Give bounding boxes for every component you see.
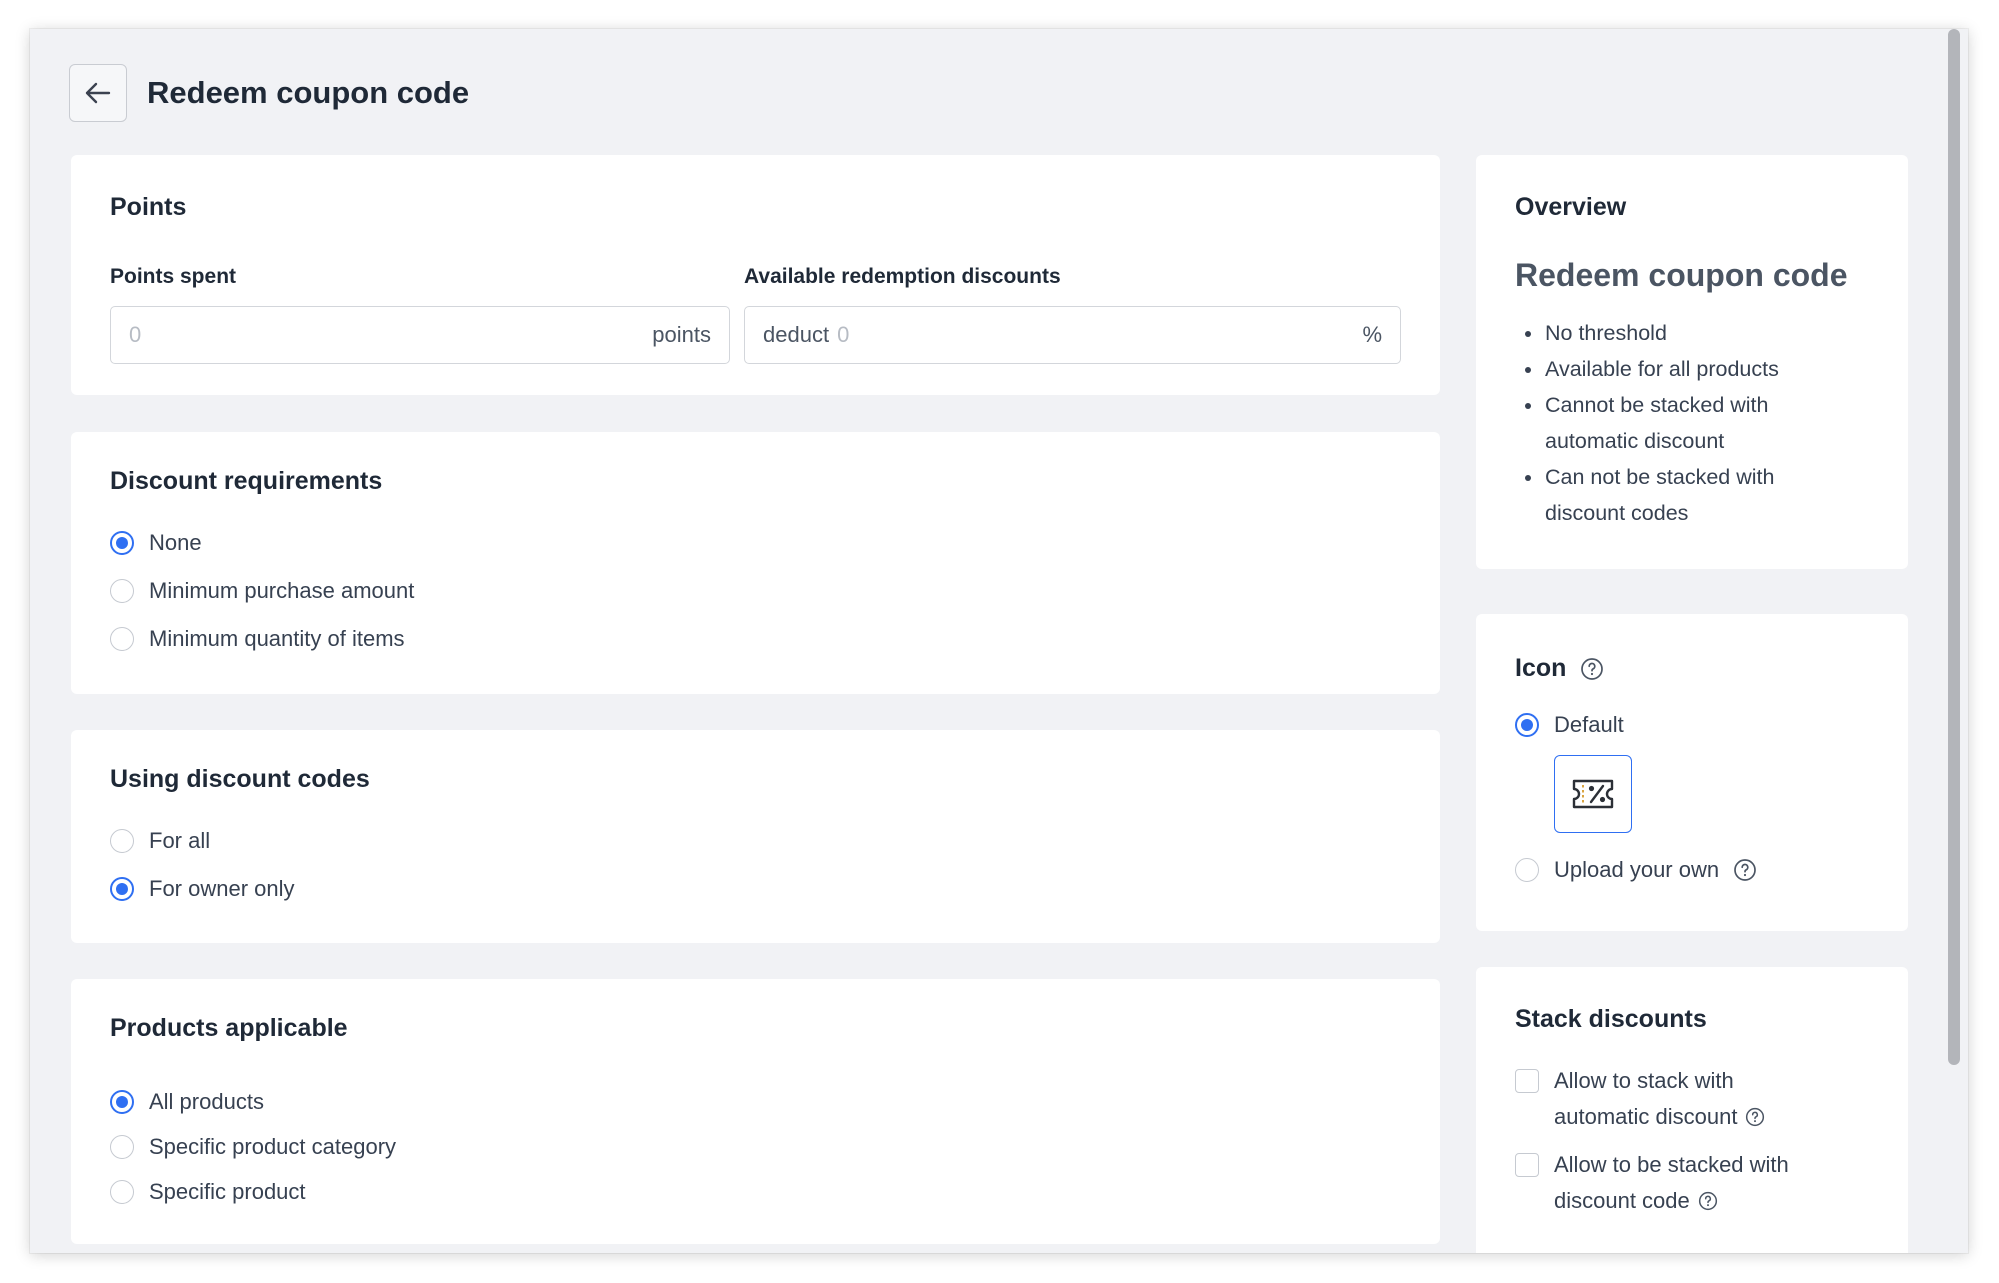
help-circle-icon[interactable] bbox=[1733, 858, 1757, 882]
overview-coupon-name: Redeem coupon code bbox=[1515, 257, 1848, 293]
option-label-line: Allow to be stacked with bbox=[1554, 1152, 1789, 1177]
scrollbar-thumb[interactable] bbox=[1948, 29, 1960, 1065]
back-button[interactable] bbox=[69, 64, 127, 122]
option-label: Default bbox=[1554, 712, 1624, 737]
page-title: Redeem coupon code bbox=[147, 75, 470, 110]
radio-button[interactable] bbox=[110, 1090, 134, 1114]
option-label: Specific product category bbox=[149, 1134, 397, 1159]
radio-button[interactable] bbox=[110, 877, 134, 901]
overview-bullet: No threshold bbox=[1515, 315, 1855, 351]
vertical-scrollbar[interactable] bbox=[1948, 29, 1960, 1253]
requirement-option-none[interactable]: None bbox=[110, 530, 202, 556]
help-circle-icon[interactable] bbox=[1745, 1107, 1765, 1127]
icon-option-default[interactable]: Default bbox=[1515, 712, 1624, 738]
overview-bullet: Can not be stacked with discount codes bbox=[1515, 459, 1855, 531]
discount-requirements-title: Discount requirements bbox=[110, 467, 383, 495]
overview-title: Overview bbox=[1515, 193, 1627, 221]
points-spent-label: Points spent bbox=[110, 265, 237, 288]
stack-discounts-card: Stack discounts Allow to stack with auto… bbox=[1476, 967, 1908, 1253]
radio-button[interactable] bbox=[1515, 858, 1539, 882]
icon-option-upload[interactable]: Upload your own bbox=[1515, 857, 1757, 883]
radio-button[interactable] bbox=[110, 1135, 134, 1159]
discount-codes-card: Using discount codes For all For owner o… bbox=[71, 730, 1440, 943]
option-label-line: Allow to stack with bbox=[1554, 1068, 1734, 1093]
discount-requirements-card: Discount requirements None Minimum purch… bbox=[71, 432, 1440, 694]
option-label-line: discount code bbox=[1554, 1188, 1690, 1213]
icon-section-title: Icon bbox=[1515, 654, 1567, 682]
products-option-specific[interactable]: Specific product bbox=[110, 1179, 306, 1205]
checkbox[interactable] bbox=[1515, 1153, 1539, 1177]
arrow-left-icon bbox=[85, 82, 111, 104]
page-header: Redeem coupon code bbox=[69, 64, 469, 122]
redemption-field[interactable]: deduct % bbox=[744, 306, 1401, 364]
radio-button[interactable] bbox=[110, 531, 134, 555]
redemption-input[interactable] bbox=[837, 322, 1363, 348]
redemption-label: Available redemption discounts bbox=[744, 265, 1061, 288]
deduct-prefix: deduct bbox=[763, 322, 830, 347]
help-circle-icon[interactable] bbox=[1580, 657, 1604, 681]
radio-button[interactable] bbox=[110, 1180, 134, 1204]
points-spent-input[interactable] bbox=[129, 322, 653, 348]
points-card: Points Points spent points Available red… bbox=[71, 155, 1440, 395]
option-label: Allow to stack with automatic discount bbox=[1554, 1063, 1765, 1135]
option-label: For all bbox=[149, 828, 211, 853]
icon-card: Icon Default Upload your own bbox=[1476, 614, 1908, 931]
option-label: Minimum purchase amount bbox=[149, 578, 415, 603]
option-label: Upload your own bbox=[1554, 857, 1720, 882]
radio-button[interactable] bbox=[110, 829, 134, 853]
radio-button[interactable] bbox=[110, 627, 134, 651]
codes-option-for-all[interactable]: For all bbox=[110, 828, 210, 854]
requirement-option-min-amount[interactable]: Minimum purchase amount bbox=[110, 578, 414, 604]
points-unit: points bbox=[652, 322, 711, 347]
discount-codes-title: Using discount codes bbox=[110, 765, 370, 793]
icon-section-heading: Icon bbox=[1515, 654, 1604, 683]
codes-option-owner-only[interactable]: For owner only bbox=[110, 876, 295, 902]
overview-card: Overview Redeem coupon code No threshold… bbox=[1476, 155, 1908, 569]
stack-discount-code-option[interactable]: Allow to be stacked with discount code bbox=[1515, 1147, 1789, 1219]
option-label: Allow to be stacked with discount code bbox=[1554, 1147, 1789, 1219]
stack-automatic-option[interactable]: Allow to stack with automatic discount bbox=[1515, 1063, 1765, 1135]
products-card: Products applicable All products Specifi… bbox=[71, 979, 1440, 1244]
coupon-percent-icon bbox=[1572, 779, 1614, 809]
checkbox[interactable] bbox=[1515, 1069, 1539, 1093]
radio-button[interactable] bbox=[110, 579, 134, 603]
option-label: Minimum quantity of items bbox=[149, 626, 405, 651]
requirement-option-min-quantity[interactable]: Minimum quantity of items bbox=[110, 626, 405, 652]
stack-discounts-title: Stack discounts bbox=[1515, 1005, 1707, 1033]
products-option-category[interactable]: Specific product category bbox=[110, 1134, 396, 1160]
default-icon-preview[interactable] bbox=[1554, 755, 1632, 833]
app-window: Redeem coupon code Points Points spent p… bbox=[30, 29, 1968, 1253]
option-label: For owner only bbox=[149, 876, 295, 901]
products-title: Products applicable bbox=[110, 1014, 348, 1042]
overview-bullet: Available for all products bbox=[1515, 351, 1855, 387]
help-circle-icon[interactable] bbox=[1698, 1191, 1718, 1211]
option-label-line: automatic discount bbox=[1554, 1104, 1738, 1129]
overview-bullet: Cannot be stacked with automatic discoun… bbox=[1515, 387, 1855, 459]
points-spent-field[interactable]: points bbox=[110, 306, 730, 364]
option-label: All products bbox=[149, 1089, 264, 1114]
points-title: Points bbox=[110, 193, 187, 221]
products-option-all[interactable]: All products bbox=[110, 1089, 264, 1115]
option-label: None bbox=[149, 530, 202, 555]
option-label: Specific product bbox=[149, 1179, 306, 1204]
overview-bullet-list: No threshold Available for all products … bbox=[1515, 315, 1855, 531]
percent-unit: % bbox=[1362, 322, 1382, 347]
radio-button[interactable] bbox=[1515, 713, 1539, 737]
